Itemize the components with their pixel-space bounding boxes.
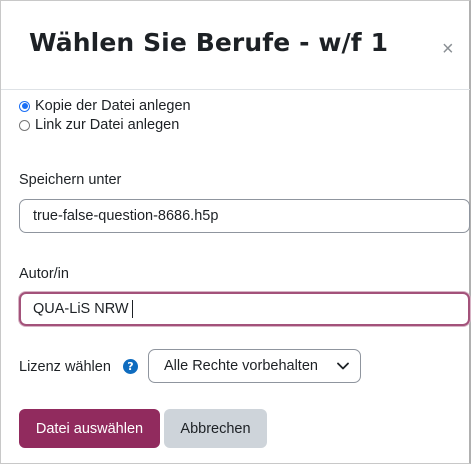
cancel-button[interactable]: Abbrechen [164, 409, 267, 448]
close-icon[interactable]: × [442, 39, 454, 59]
radio-copy-file[interactable]: Kopie der Datei anlegen [19, 98, 191, 114]
select-file-button[interactable]: Datei auswählen [19, 409, 160, 448]
header-divider [1, 89, 470, 90]
license-label: Lizenz wählen [19, 359, 111, 375]
radio-link-file[interactable]: Link zur Datei anlegen [19, 117, 179, 133]
chevron-down-icon [337, 362, 349, 370]
save-as-input[interactable] [19, 199, 470, 233]
dialog-title: Wählen Sie Berufe - w/f 1 [29, 28, 389, 57]
license-select[interactable]: Alle Rechte vorbehalten [148, 349, 361, 383]
text-caret [132, 300, 133, 318]
author-label: Autor/in [19, 266, 69, 282]
radio-link-label: Link zur Datei anlegen [35, 117, 180, 133]
save-as-label: Speichern unter [19, 172, 122, 188]
radio-copy-indicator[interactable] [19, 100, 30, 112]
radio-link-indicator[interactable] [19, 119, 30, 131]
question-circle-icon[interactable]: ? [123, 359, 138, 374]
file-picker-dialog: Wählen Sie Berufe - w/f 1 × Kopie der Da… [0, 0, 471, 464]
license-select-value: Alle Rechte vorbehalten [164, 358, 318, 374]
author-input[interactable] [19, 292, 470, 326]
radio-copy-label: Kopie der Datei anlegen [35, 98, 191, 114]
